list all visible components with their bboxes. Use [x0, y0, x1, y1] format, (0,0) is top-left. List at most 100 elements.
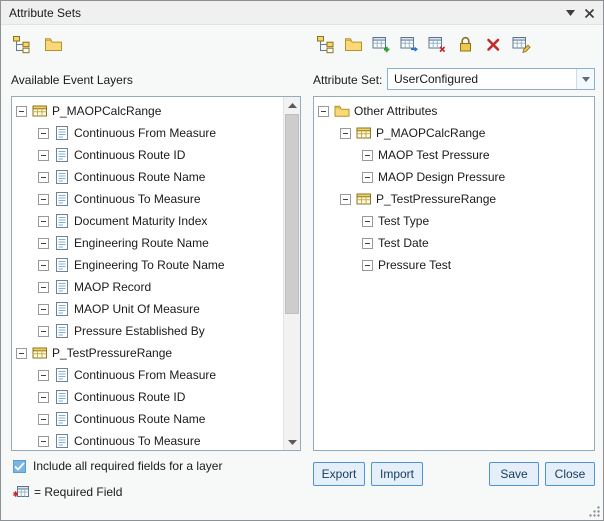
tree-item-label: Continuous Route ID	[74, 390, 185, 404]
collapse-expander-icon[interactable]	[362, 150, 373, 161]
vertical-scrollbar[interactable]	[283, 97, 300, 450]
tree-item[interactable]: Engineering To Route Name	[12, 254, 283, 276]
collapse-expander-icon[interactable]	[38, 194, 49, 205]
collapse-expander-icon[interactable]	[38, 172, 49, 183]
collapse-expander-icon[interactable]	[38, 370, 49, 381]
tree-item[interactable]: Continuous Route ID	[12, 144, 283, 166]
include-required-label: Include all required fields for a layer	[33, 459, 222, 473]
collapse-expander-icon[interactable]	[38, 216, 49, 227]
tree-item[interactable]: Continuous Route ID	[12, 386, 283, 408]
resize-grip[interactable]	[588, 505, 601, 518]
tree-item[interactable]: Continuous To Measure	[12, 430, 283, 450]
close-button[interactable]: Close	[545, 462, 595, 486]
field-icon	[54, 191, 70, 207]
tree-item[interactable]: MAOP Design Pressure	[314, 166, 594, 188]
scroll-down-icon[interactable]	[284, 434, 300, 450]
field-icon	[54, 147, 70, 163]
tree-item[interactable]: Test Date	[314, 232, 594, 254]
tree-item-label: Pressure Test	[378, 258, 451, 272]
tree-item-label: Document Maturity Index	[74, 214, 207, 228]
attribute-set-tree: Other AttributesP_MAOPCalcRange MAOP Test…	[313, 96, 595, 451]
tree-item[interactable]: Continuous To Measure	[12, 188, 283, 210]
tree-item-label: Continuous Route Name	[74, 412, 205, 426]
collapse-expander-icon[interactable]	[362, 172, 373, 183]
collapse-expander-icon[interactable]	[362, 238, 373, 249]
collapse-expander-icon[interactable]	[38, 260, 49, 271]
tree-item[interactable]: P_TestPressureRange	[314, 188, 594, 210]
collapse-expander-icon[interactable]	[38, 282, 49, 293]
field-icon	[54, 235, 70, 251]
tree-item-label: Test Type	[378, 214, 429, 228]
save-button[interactable]: Save	[489, 462, 539, 486]
scrollbar-thumb[interactable]	[285, 114, 299, 314]
new-attribute-set-icon[interactable]	[9, 32, 33, 56]
tree-item[interactable]: P_TestPressureRange	[12, 342, 283, 364]
tree-item-label: P_MAOPCalcRange	[52, 104, 161, 118]
tree-item[interactable]: MAOP Unit Of Measure	[12, 298, 283, 320]
field-icon	[54, 433, 70, 449]
tree-item[interactable]: P_MAOPCalcRange	[314, 122, 594, 144]
tree-item-label: Continuous To Measure	[74, 192, 201, 206]
field-icon	[54, 389, 70, 405]
tree-item[interactable]: Continuous Route Name	[12, 408, 283, 430]
collapse-expander-icon[interactable]	[362, 216, 373, 227]
edit-attribute-icon[interactable]	[509, 32, 533, 56]
tree-item-label: MAOP Test Pressure	[378, 148, 490, 162]
tree-item-label: MAOP Record	[74, 280, 151, 294]
window-title: Attribute Sets	[9, 1, 81, 25]
delete-attribute-set-icon[interactable]	[481, 32, 505, 56]
tree-item[interactable]: Test Type	[314, 210, 594, 232]
reorder-attribute-icon[interactable]	[397, 32, 421, 56]
table-icon	[356, 191, 372, 207]
tree-item[interactable]: Continuous From Measure	[12, 122, 283, 144]
collapse-expander-icon[interactable]	[38, 326, 49, 337]
tree-item-label: Pressure Established By	[74, 324, 205, 338]
collapse-expander-icon[interactable]	[16, 348, 27, 359]
attribute-set-combobox[interactable]: UserConfigured	[387, 68, 595, 90]
export-button[interactable]: Export	[313, 462, 365, 486]
collapse-expander-icon[interactable]	[38, 150, 49, 161]
add-attribute-icon[interactable]	[369, 32, 393, 56]
collapse-expander-icon[interactable]	[318, 106, 329, 117]
scroll-up-icon[interactable]	[284, 97, 300, 113]
add-folder-icon[interactable]	[341, 32, 365, 56]
available-layers-tree: P_MAOPCalcRangeContinuous From MeasureCo…	[11, 96, 301, 451]
table-icon	[356, 125, 372, 141]
lock-attribute-icon[interactable]	[453, 32, 477, 56]
tree-item[interactable]: P_MAOPCalcRange	[12, 100, 283, 122]
field-icon	[54, 323, 70, 339]
combobox-dropdown-icon[interactable]	[576, 69, 594, 89]
window-close-icon[interactable]	[580, 1, 598, 25]
tree-item[interactable]: Continuous Route Name	[12, 166, 283, 188]
field-icon	[54, 125, 70, 141]
collapse-expander-icon[interactable]	[16, 106, 27, 117]
tree-item[interactable]: Engineering Route Name	[12, 232, 283, 254]
tree-item[interactable]: Document Maturity Index	[12, 210, 283, 232]
combobox-value: UserConfigured	[388, 72, 576, 86]
titlebar[interactable]: Attribute Sets	[1, 1, 603, 25]
tree-item[interactable]: Continuous From Measure	[12, 364, 283, 386]
tree-item[interactable]: MAOP Test Pressure	[314, 144, 594, 166]
window-caret-icon[interactable]	[561, 1, 579, 25]
add-event-layer-icon[interactable]	[313, 32, 337, 56]
collapse-expander-icon[interactable]	[362, 260, 373, 271]
collapse-expander-icon[interactable]	[38, 414, 49, 425]
tree-item-label: Continuous To Measure	[74, 434, 201, 448]
tree-item[interactable]: Other Attributes	[314, 100, 594, 122]
tree-item-label: Test Date	[378, 236, 429, 250]
include-required-checkbox[interactable]	[13, 460, 26, 473]
tree-item[interactable]: Pressure Established By	[12, 320, 283, 342]
collapse-expander-icon[interactable]	[340, 194, 351, 205]
new-folder-icon[interactable]	[41, 32, 65, 56]
collapse-expander-icon[interactable]	[38, 238, 49, 249]
tree-item-label: MAOP Design Pressure	[378, 170, 505, 184]
collapse-expander-icon[interactable]	[38, 436, 49, 447]
collapse-expander-icon[interactable]	[340, 128, 351, 139]
collapse-expander-icon[interactable]	[38, 304, 49, 315]
collapse-expander-icon[interactable]	[38, 128, 49, 139]
import-button[interactable]: Import	[371, 462, 423, 486]
tree-item[interactable]: MAOP Record	[12, 276, 283, 298]
remove-attribute-icon[interactable]	[425, 32, 449, 56]
tree-item[interactable]: Pressure Test	[314, 254, 594, 276]
collapse-expander-icon[interactable]	[38, 392, 49, 403]
